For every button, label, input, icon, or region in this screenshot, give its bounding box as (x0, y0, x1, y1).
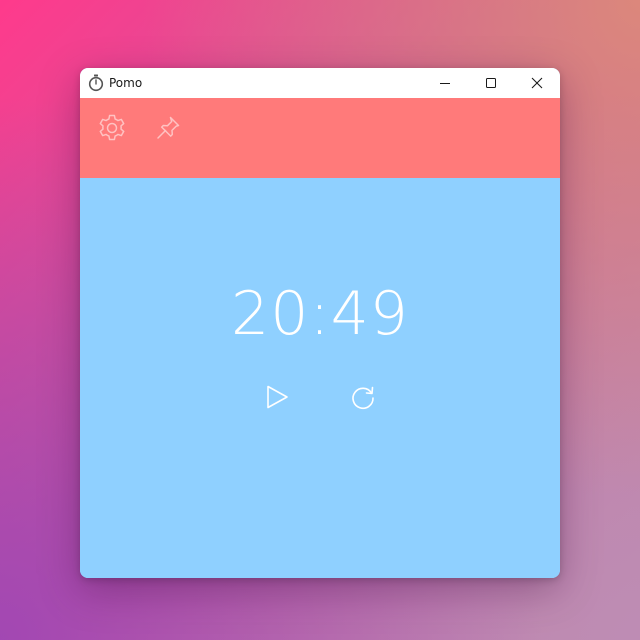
close-icon (531, 74, 543, 93)
timer-panel: 20:49 (80, 178, 560, 578)
reset-icon (349, 383, 377, 415)
window-title: Pomo (109, 76, 143, 90)
minimize-icon (439, 74, 451, 93)
reset-button[interactable] (343, 379, 383, 419)
title-bar[interactable]: Pomo (80, 68, 560, 98)
maximize-button[interactable] (468, 68, 514, 98)
pin-icon (154, 114, 182, 146)
minimize-button[interactable] (422, 68, 468, 98)
play-icon (263, 383, 291, 415)
play-button[interactable] (257, 379, 297, 419)
stopwatch-icon (88, 74, 104, 92)
maximize-icon (485, 74, 497, 93)
pin-button[interactable] (151, 113, 185, 147)
close-button[interactable] (514, 68, 560, 98)
gear-icon (96, 112, 128, 148)
desktop-background: Pomo 20:49 (0, 0, 640, 640)
toolbar (80, 98, 560, 178)
pomo-window: Pomo 20:49 (80, 68, 560, 578)
settings-button[interactable] (95, 113, 129, 147)
timer-display: 20:49 (231, 279, 409, 349)
